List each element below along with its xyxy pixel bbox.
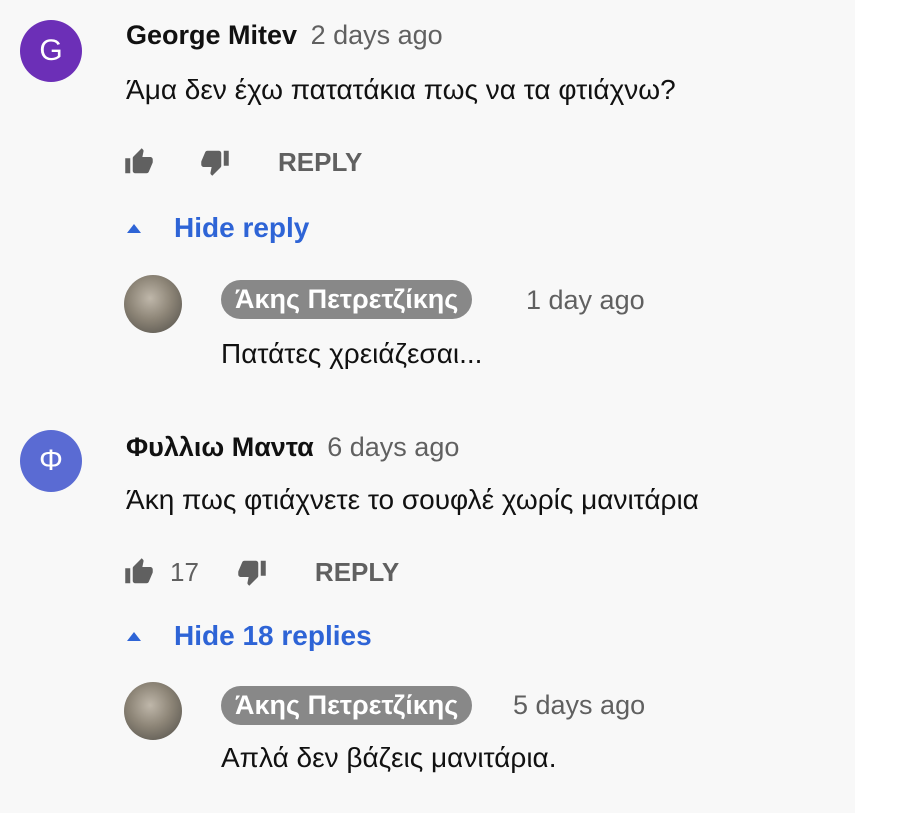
hide-replies-toggle[interactable]: Hide 18 replies xyxy=(127,620,372,652)
timestamp[interactable]: 2 days ago xyxy=(311,20,443,50)
thumbs-up-icon xyxy=(125,558,153,584)
comment-header: George Mitev 2 days ago xyxy=(126,20,443,51)
like-count: 17 xyxy=(170,556,199,587)
thumbs-down-icon xyxy=(238,560,266,586)
caret-up-icon xyxy=(127,223,141,233)
reply-text: Απλά δεν βάζεις μανιτάρια. xyxy=(221,742,557,773)
reply-text: Πατάτες χρειάζεσαι... xyxy=(221,338,483,369)
comment-header: Φυλλιω Μαντα 6 days ago xyxy=(126,432,459,463)
avatar[interactable]: Φ xyxy=(20,430,82,492)
author-name[interactable]: Φυλλιω Μαντα xyxy=(126,432,314,462)
creator-name-chip[interactable]: Άκης Πετρετζίκης xyxy=(221,280,473,319)
dislike-button[interactable] xyxy=(237,557,267,587)
thumbs-up-icon xyxy=(125,148,153,174)
creator-name-chip[interactable]: Άκης Πετρετζίκης xyxy=(221,686,473,725)
avatar[interactable]: G xyxy=(20,20,82,82)
reply-timestamp[interactable]: 5 days ago xyxy=(513,690,645,721)
reply-button[interactable]: REPLY xyxy=(315,557,399,588)
comment-text: Άκη πως φτιάχνετε το σουφλέ χωρίς μανιτά… xyxy=(126,484,699,515)
toggle-label: Hide 18 replies xyxy=(174,620,372,651)
dislike-button[interactable] xyxy=(200,147,230,177)
timestamp[interactable]: 6 days ago xyxy=(327,432,459,462)
thumbs-down-icon xyxy=(201,150,229,176)
reply-avatar[interactable] xyxy=(124,682,182,740)
like-button[interactable] xyxy=(124,557,154,587)
toggle-label: Hide reply xyxy=(174,212,310,243)
comment-actions: REPLY xyxy=(124,142,362,182)
comments-panel: G George Mitev 2 days ago Άμα δεν έχω πα… xyxy=(0,0,855,813)
comment-actions: 17 REPLY xyxy=(124,552,399,592)
reply-button[interactable]: REPLY xyxy=(278,147,362,178)
author-name[interactable]: George Mitev xyxy=(126,20,297,50)
hide-replies-toggle[interactable]: Hide reply xyxy=(127,212,309,244)
caret-up-icon xyxy=(127,631,141,641)
reply-avatar[interactable] xyxy=(124,275,182,333)
reply-timestamp[interactable]: 1 day ago xyxy=(526,285,645,316)
like-button[interactable] xyxy=(124,147,154,177)
comment-text: Άμα δεν έχω πατατάκια πως να τα φτιάχνω? xyxy=(126,74,676,105)
